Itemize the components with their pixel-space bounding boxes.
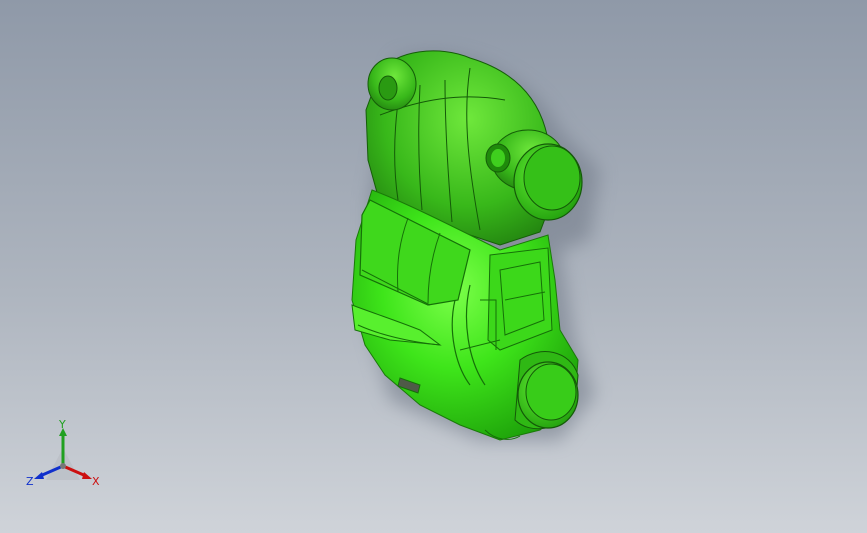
z-axis-label: Z bbox=[26, 475, 34, 488]
graphics-viewport[interactable]: Y X Z bbox=[0, 0, 867, 533]
model-canvas[interactable] bbox=[0, 0, 867, 533]
x-axis-label: X bbox=[92, 475, 100, 488]
upper-end-cap[interactable] bbox=[513, 143, 583, 221]
y-axis-label: Y bbox=[58, 418, 66, 431]
view-orientation-triad[interactable]: Y X Z bbox=[18, 418, 108, 498]
x-axis-arrow bbox=[82, 472, 92, 479]
z-axis-arrow bbox=[34, 472, 44, 479]
